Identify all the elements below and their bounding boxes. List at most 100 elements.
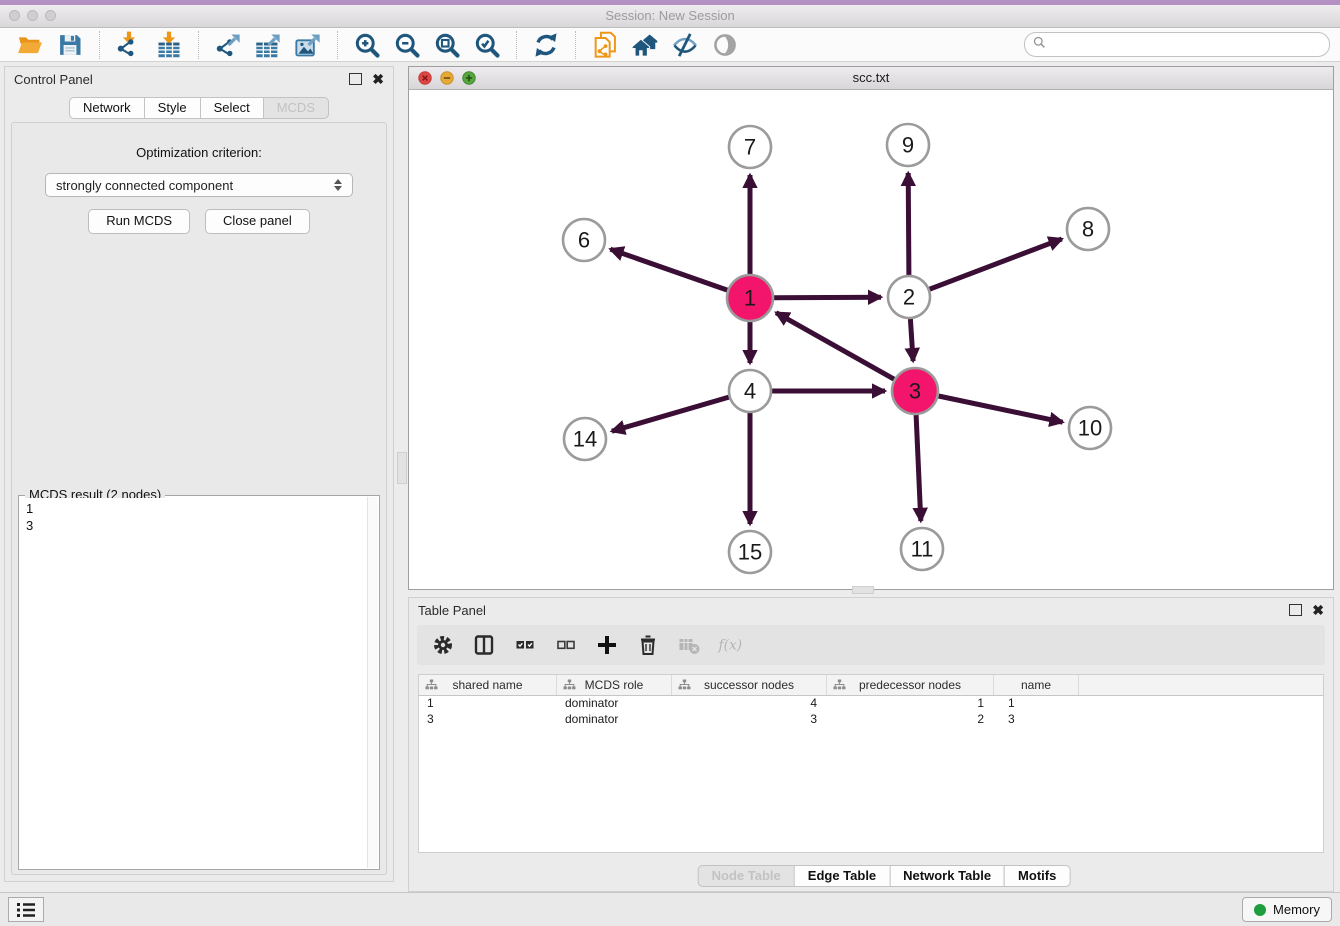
column-header-MCDS-role[interactable]: MCDS role <box>557 675 672 695</box>
column-header-successor-nodes[interactable]: successor nodes <box>672 675 827 695</box>
svg-text:2: 2 <box>903 285 915 310</box>
export-image-icon[interactable] <box>292 30 324 60</box>
zoom-fit-icon[interactable] <box>431 30 463 60</box>
svg-text:f(x): f(x) <box>718 638 743 654</box>
graph-edge-2-9[interactable] <box>908 173 909 275</box>
import-table-icon[interactable] <box>153 30 185 60</box>
table-tabs: Node TableEdge TableNetwork TableMotifs <box>698 865 1071 887</box>
mcds-result-group: MCDS result (2 nodes) 13 <box>18 495 380 870</box>
tab-style[interactable]: Style <box>144 97 201 119</box>
network-graph-canvas[interactable]: 7 9 6 8 1 2 4 3 14 10 15 11 <box>409 89 1333 589</box>
graph-node-1[interactable]: 1 <box>727 275 773 321</box>
mcds-result-text[interactable]: 13 <box>20 498 367 868</box>
svg-text:10: 10 <box>1078 416 1102 441</box>
network-title: scc.txt <box>409 67 1333 89</box>
show-columns-icon[interactable] <box>471 632 497 658</box>
graph-node-8[interactable]: 8 <box>1067 208 1109 250</box>
graph-edge-3-1[interactable] <box>776 313 894 380</box>
control-panel-header: Control Panel ✖ <box>5 67 393 91</box>
optimization-criterion-label: Optimization criterion: <box>12 145 386 160</box>
tab-edge-table[interactable]: Edge Table <box>794 865 890 887</box>
table-row[interactable]: 3dominator323 <box>419 712 1323 728</box>
column-header-filler <box>1079 675 1323 695</box>
svg-text:1: 1 <box>744 286 756 311</box>
home-icon[interactable] <box>629 30 661 60</box>
table-cell: dominator <box>557 696 672 712</box>
network-file-icon[interactable] <box>589 30 621 60</box>
close-panel-icon[interactable]: ✖ <box>372 72 384 86</box>
toolbar-separator <box>99 31 100 59</box>
graph-node-14[interactable]: 14 <box>564 418 606 460</box>
graph-node-11[interactable]: 11 <box>901 528 943 570</box>
memory-label: Memory <box>1273 902 1320 917</box>
tab-network-table[interactable]: Network Table <box>889 865 1005 887</box>
graph-node-4[interactable]: 4 <box>729 370 771 412</box>
graph-edge-4-14[interactable] <box>612 397 729 431</box>
show-panels-icon[interactable] <box>709 30 741 60</box>
app-titlebar: Session: New Session <box>0 5 1340 28</box>
select-all-columns-icon[interactable] <box>512 632 538 658</box>
graph-edge-2-3[interactable] <box>910 319 913 361</box>
unselect-all-columns-icon[interactable] <box>553 632 579 658</box>
run-mcds-button[interactable]: Run MCDS <box>88 209 190 234</box>
apply-layout-icon[interactable] <box>530 30 562 60</box>
tab-network[interactable]: Network <box>69 97 145 119</box>
open-file-icon[interactable] <box>14 30 46 60</box>
save-session-icon[interactable] <box>54 30 86 60</box>
svg-text:8: 8 <box>1082 217 1094 242</box>
close-panel-button[interactable]: Close panel <box>205 209 310 234</box>
column-header-shared-name[interactable]: shared name <box>419 675 557 695</box>
table-cell: 2 <box>827 712 994 728</box>
column-share-policy-icon <box>563 679 576 694</box>
graph-node-6[interactable]: 6 <box>563 219 605 261</box>
graph-node-15[interactable]: 15 <box>729 531 771 573</box>
svg-text:7: 7 <box>744 135 756 160</box>
tab-node-table[interactable]: Node Table <box>698 865 795 887</box>
svg-text:14: 14 <box>573 427 597 452</box>
search-input[interactable] <box>1052 37 1321 53</box>
graph-edge-3-11[interactable] <box>916 415 921 521</box>
column-share-policy-icon <box>833 679 846 694</box>
control-panel-tabs: NetworkStyleSelectMCDS <box>69 97 329 119</box>
graph-edge-2-8[interactable] <box>930 239 1062 289</box>
delete-columns-icon[interactable] <box>635 632 661 658</box>
memory-button[interactable]: Memory <box>1242 897 1332 922</box>
tab-mcds[interactable]: MCDS <box>263 97 329 119</box>
graph-edge-3-10[interactable] <box>939 396 1063 422</box>
column-share-policy-icon <box>425 679 438 694</box>
toolbar-separator <box>516 31 517 59</box>
add-column-icon[interactable] <box>594 632 620 658</box>
graph-node-7[interactable]: 7 <box>729 126 771 168</box>
search-icon <box>1033 36 1046 54</box>
column-header-name[interactable]: name <box>994 675 1079 695</box>
export-table-icon[interactable] <box>252 30 284 60</box>
toolbar-separator <box>198 31 199 59</box>
hide-panels-icon[interactable] <box>669 30 701 60</box>
import-network-icon[interactable] <box>113 30 145 60</box>
column-header-predecessor-nodes[interactable]: predecessor nodes <box>827 675 994 695</box>
result-scrollbar[interactable] <box>367 497 378 868</box>
zoom-selected-icon[interactable] <box>471 30 503 60</box>
float-panel-icon[interactable] <box>349 73 362 85</box>
float-table-panel-icon[interactable] <box>1289 604 1302 616</box>
optimization-criterion-select[interactable]: strongly connected component <box>45 173 353 197</box>
graph-edge-1-6[interactable] <box>610 249 727 290</box>
zoom-in-icon[interactable] <box>351 30 383 60</box>
zoom-out-icon[interactable] <box>391 30 423 60</box>
splitter-grip-vertical[interactable] <box>397 452 407 484</box>
graph-node-9[interactable]: 9 <box>887 124 929 166</box>
graph-edge-1-2[interactable] <box>774 297 881 298</box>
splitter-grip-horizontal[interactable] <box>852 586 874 594</box>
table-row[interactable]: 1dominator411 <box>419 696 1323 712</box>
graph-node-2[interactable]: 2 <box>888 276 930 318</box>
table-settings-icon[interactable] <box>430 632 456 658</box>
tab-select[interactable]: Select <box>200 97 264 119</box>
graph-node-3[interactable]: 3 <box>892 368 938 414</box>
graph-node-10[interactable]: 10 <box>1069 407 1111 449</box>
tab-motifs[interactable]: Motifs <box>1004 865 1070 887</box>
task-history-button[interactable] <box>8 897 44 922</box>
table-panel-title: Table Panel <box>418 603 486 618</box>
close-table-panel-icon[interactable]: ✖ <box>1312 603 1324 617</box>
export-network-icon[interactable] <box>212 30 244 60</box>
search-box[interactable] <box>1024 32 1330 57</box>
